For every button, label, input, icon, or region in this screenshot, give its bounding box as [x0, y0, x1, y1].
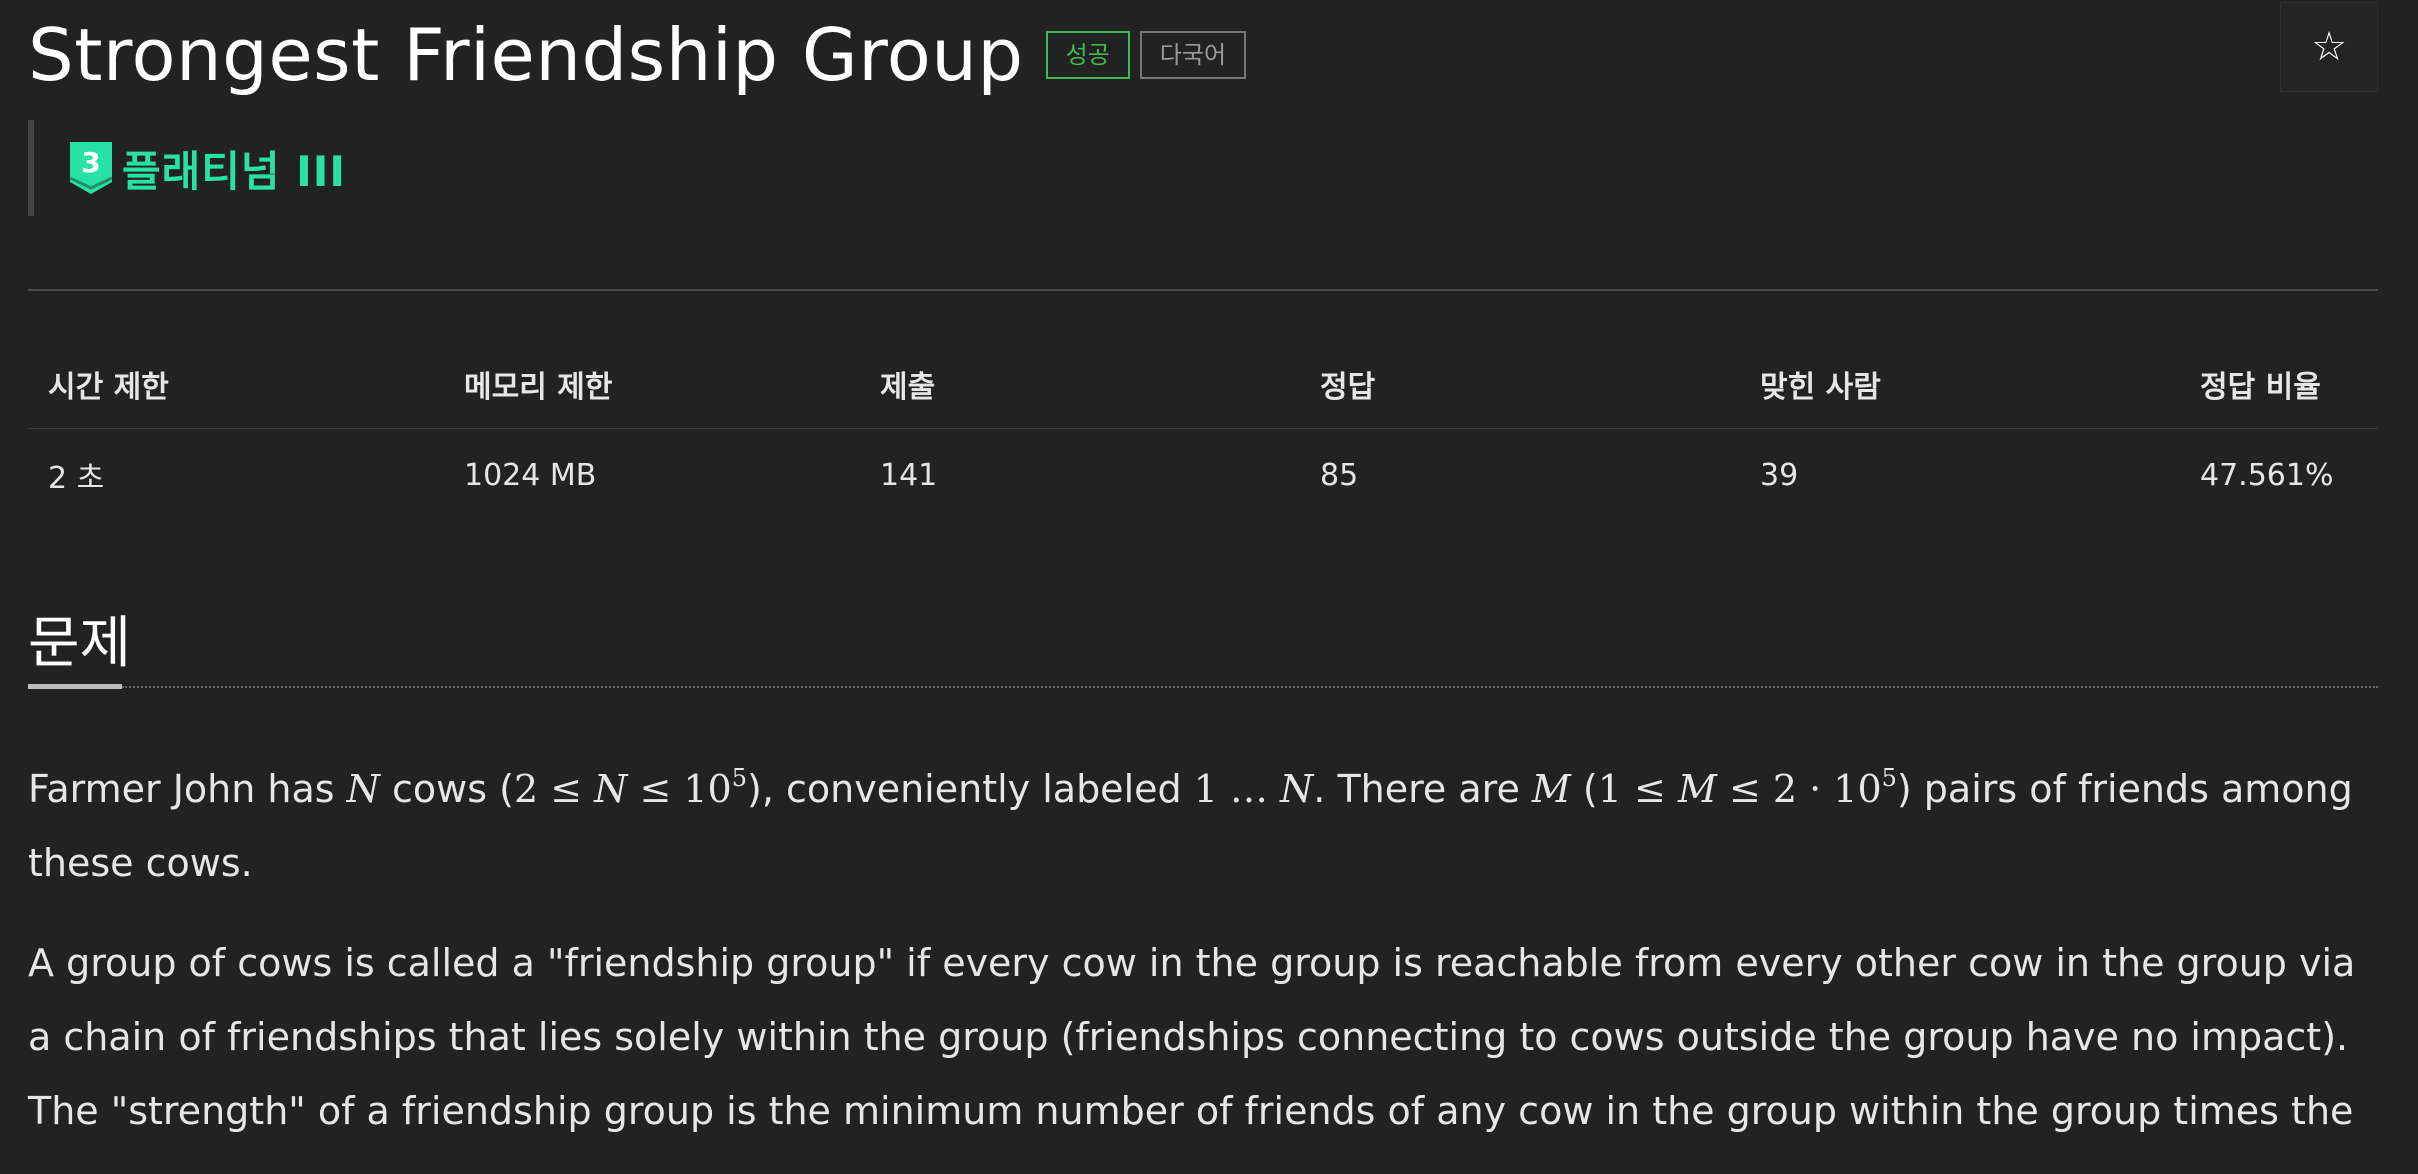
section-divider — [122, 686, 2378, 688]
tier-label: 플래티넘 III — [122, 146, 347, 196]
description-paragraph-2: A group of cows is called a "friendship … — [28, 941, 2356, 1133]
problem-description: Farmer John has N cows (2 ≤ N ≤ 105), co… — [28, 752, 2368, 1174]
star-icon: ☆ — [2311, 24, 2347, 70]
info-header-row: 시간 제한 메모리 제한 제출 정답 맞힌 사람 정답 비율 — [28, 352, 2378, 429]
header-time-limit: 시간 제한 — [28, 352, 444, 429]
multilang-badge[interactable]: 다국어 — [1139, 31, 1247, 79]
value-accept-ratio: 47.561% — [2200, 457, 2334, 493]
section-underline — [28, 684, 122, 689]
divider — [28, 289, 2378, 291]
tier-block: 3 플래티넘 III — [28, 120, 346, 216]
info-value-row: 2 초 1024 MB 141 85 39 47.561% — [28, 429, 2378, 522]
value-accepted[interactable]: 85 — [1300, 429, 1740, 522]
value-solved-users[interactable]: 39 — [1740, 429, 2180, 522]
description-paragraph-1: Farmer John has N cows (2 ≤ N ≤ 105), co… — [28, 764, 2353, 885]
value-time-limit: 2 초 — [48, 461, 105, 496]
header-solved-users: 맞힌 사람 — [1740, 352, 2180, 429]
value-memory-limit: 1024 MB — [464, 457, 597, 493]
problem-info-table: 시간 제한 메모리 제한 제출 정답 맞힌 사람 정답 비율 2 초 1024 … — [28, 352, 2378, 521]
header-accepted: 정답 — [1300, 352, 1740, 429]
header-accept-ratio: 정답 비율 — [2180, 352, 2378, 429]
header-memory-limit: 메모리 제한 — [444, 352, 860, 429]
success-badge: 성공 — [1045, 31, 1130, 79]
section-title: 문제 — [28, 611, 132, 676]
value-submissions[interactable]: 141 — [860, 429, 1300, 522]
problem-header: Strongest Friendship Group 성공 다국어 — [28, 10, 1247, 100]
header-submissions: 제출 — [860, 352, 1300, 429]
tier-shield-icon: 3 — [70, 142, 112, 194]
favorite-button[interactable]: ☆ — [2280, 2, 2378, 92]
problem-title: Strongest Friendship Group — [28, 13, 1024, 97]
tier-number: 3 — [81, 146, 100, 179]
